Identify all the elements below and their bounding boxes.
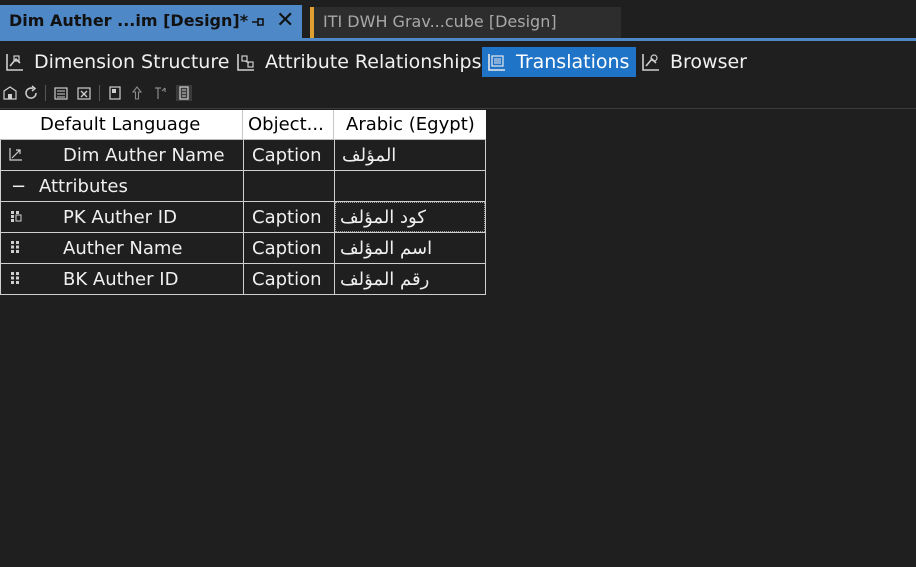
row-name: Attributes [39, 175, 128, 197]
tab-title: Dim Auther ...im [Design]* [9, 11, 249, 30]
column-divider [243, 202, 244, 232]
row-name: PK Auther ID [63, 206, 177, 228]
column-header-arabic-egypt[interactable]: Arabic (Egypt) [346, 110, 475, 139]
column-divider [243, 140, 244, 170]
column-divider [243, 171, 244, 201]
dimension-icon [9, 148, 22, 161]
dimension-structure-icon [6, 54, 23, 71]
show-all-icon[interactable] [176, 85, 192, 101]
column-divider [243, 233, 244, 263]
tab-translations[interactable]: Translations [482, 47, 636, 77]
attribute-relationships-icon [237, 54, 254, 71]
row-name: BK Auther ID [63, 268, 179, 290]
move-up-icon[interactable] [129, 85, 145, 101]
move-down-icon[interactable] [152, 85, 168, 101]
toolbar-divider [0, 108, 916, 109]
translations-grid: Default Language Object... Arabic (Egypt… [0, 110, 486, 295]
cell-focus-rectangle [335, 202, 485, 232]
row-border [485, 140, 486, 170]
pin-icon[interactable] [249, 13, 267, 31]
row-name: Dim Auther Name [63, 144, 225, 166]
column-header-object[interactable]: Object... [248, 110, 324, 139]
column-divider [334, 171, 335, 201]
column-header-default-language[interactable]: Default Language [40, 110, 200, 139]
row-border [485, 264, 486, 294]
column-divider [334, 233, 335, 263]
row-object-type: Caption [252, 144, 322, 166]
translations-icon [488, 54, 505, 71]
row-object-type: Caption [252, 206, 322, 228]
tab-browser[interactable]: Browser [640, 47, 747, 77]
key-attribute-icon [11, 211, 22, 222]
toolbar-separator [45, 85, 46, 101]
tab-strip-accent-line [0, 38, 916, 41]
column-divider [242, 110, 243, 139]
close-icon[interactable]: ✕ [276, 9, 294, 33]
new-translation-icon[interactable] [53, 85, 69, 101]
translation-cell[interactable]: اسم المؤلف [340, 233, 432, 263]
attribute-icon [11, 241, 19, 253]
designer-toolbar [0, 82, 200, 106]
row-name: Auther Name [63, 237, 183, 259]
table-row[interactable]: Dim Auther Name Caption المؤلف [0, 140, 486, 171]
row-border [485, 202, 486, 232]
tab-cube-design[interactable]: ITI DWH Grav...cube [Design] [310, 7, 621, 38]
tab-label: Translations [516, 51, 630, 73]
designer-tab-bar: Dimension Structure Attribute Relationsh… [0, 44, 916, 78]
document-tab-strip: Dim Auther ...im [Design]* ✕ ITI DWH Gra… [0, 0, 916, 42]
attribute-icon [11, 272, 19, 284]
tab-dimension-structure[interactable]: Dimension Structure [4, 47, 229, 77]
row-object-type: Caption [252, 268, 322, 290]
tab-title: ITI DWH Grav...cube [Design] [323, 12, 557, 31]
process-icon[interactable] [2, 85, 18, 101]
tab-dim-auther-design[interactable]: Dim Auther ...im [Design]* ✕ [0, 5, 302, 38]
tab-attribute-relationships[interactable]: Attribute Relationships [235, 47, 481, 77]
table-row[interactable]: − Attributes [0, 171, 486, 202]
grid-header: Default Language Object... Arabic (Egypt… [0, 110, 486, 140]
table-row[interactable]: Auther Name Caption اسم المؤلف [0, 233, 486, 264]
row-object-type: Caption [252, 237, 322, 259]
collapse-icon[interactable]: − [11, 171, 26, 201]
edit-caption-icon[interactable] [107, 85, 123, 101]
browser-icon [642, 54, 659, 71]
column-divider [333, 110, 334, 139]
toolbar-separator [99, 85, 100, 101]
row-border [485, 233, 486, 263]
refresh-icon[interactable] [23, 85, 39, 101]
table-row[interactable]: PK Auther ID Caption كود المؤلف [0, 202, 486, 233]
column-divider [243, 264, 244, 294]
translation-cell[interactable]: المؤلف [342, 140, 396, 170]
tab-label: Dimension Structure [34, 51, 230, 73]
delete-translation-icon[interactable] [76, 85, 92, 101]
tab-label: Attribute Relationships [265, 51, 482, 73]
modified-marker [310, 7, 314, 38]
tab-label: Browser [670, 51, 747, 73]
table-row[interactable]: BK Auther ID Caption رقم المؤلف [0, 264, 486, 295]
row-border [485, 171, 486, 201]
translation-cell[interactable]: رقم المؤلف [340, 264, 429, 294]
column-divider [334, 264, 335, 294]
column-divider [334, 140, 335, 170]
